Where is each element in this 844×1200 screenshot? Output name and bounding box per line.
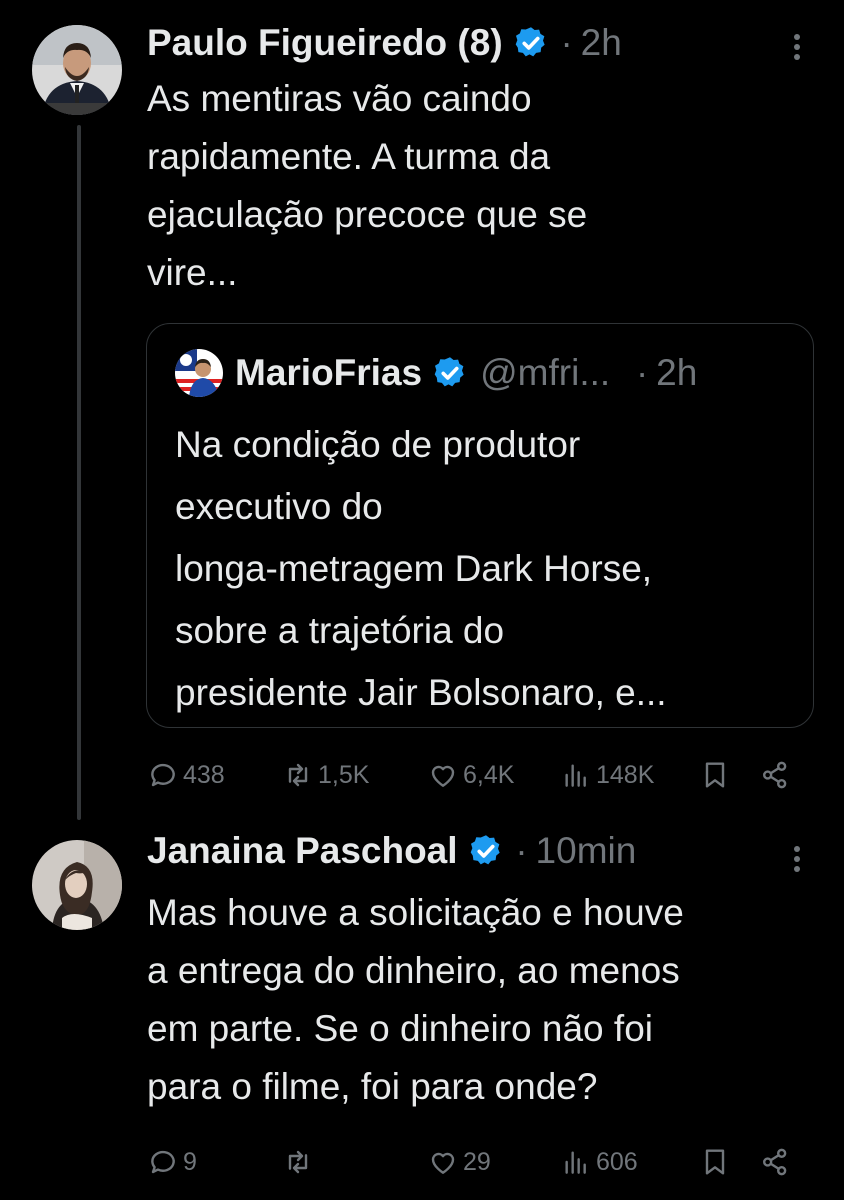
share-icon — [763, 761, 787, 789]
quoted-text-line: presidente Jair Bolsonaro, e... — [175, 672, 667, 713]
quoted-tweet-header: MarioFrias @mfri... · 2h — [175, 346, 697, 400]
retweet-count: 1,5K — [318, 760, 370, 789]
author-name[interactable]: Paulo Figueiredo (8) — [147, 22, 503, 64]
quoted-tweet-text: Na condição de produtor executivo do lon… — [175, 414, 795, 724]
views-count: 606 — [596, 1147, 638, 1176]
tweet-text: Mas houve a solicitação e houve a entreg… — [147, 884, 837, 1116]
like-button[interactable]: 29 — [427, 1142, 491, 1182]
views-button[interactable]: 606 — [560, 1142, 638, 1182]
tweet-text-line: em parte. Se o dinheiro não foi — [147, 1008, 653, 1049]
verified-badge-icon — [515, 27, 545, 57]
separator-dot: · — [515, 830, 528, 871]
more-icon[interactable] — [794, 842, 802, 876]
reply-count: 438 — [183, 760, 225, 789]
bookmark-button[interactable] — [699, 1142, 735, 1182]
timestamp[interactable]: 2h — [581, 22, 622, 64]
quoted-tweet[interactable]: MarioFrias @mfri... · 2h Na condição de … — [146, 323, 814, 728]
bookmark-button[interactable] — [699, 755, 735, 795]
tweet-text-line: Mas houve a solicitação e houve — [147, 892, 684, 933]
author-name[interactable]: Janaina Paschoal — [147, 830, 458, 872]
views-count: 148K — [596, 760, 655, 789]
verified-badge-icon — [470, 835, 500, 865]
tweet-header: Janaina Paschoal · 10min — [147, 826, 636, 876]
bookmark-icon — [705, 762, 725, 788]
timestamp[interactable]: 10min — [536, 830, 637, 872]
quoted-text-line: sobre a trajetória do — [175, 610, 505, 651]
retweet-icon — [288, 1150, 308, 1174]
bookmark-icon — [705, 1149, 725, 1175]
reply-icon — [151, 1150, 175, 1174]
tweet-text-line: As mentiras vão caindo — [147, 78, 532, 119]
like-button[interactable]: 6,4K — [427, 755, 514, 795]
tweet-header: Paulo Figueiredo (8) · 2h — [147, 18, 622, 68]
views-button[interactable]: 148K — [560, 755, 654, 795]
share-button[interactable] — [759, 1142, 795, 1182]
reply-button[interactable]: 438 — [147, 755, 225, 795]
tweet-text-line: vire... — [147, 252, 238, 293]
views-icon — [565, 764, 586, 787]
tweet-text: As mentiras vão caindo rapidamente. A tu… — [147, 70, 827, 302]
retweet-icon — [288, 763, 308, 787]
quoted-text-line: longa-metragem Dark Horse, — [175, 548, 653, 589]
like-icon — [431, 1152, 455, 1174]
quoted-handle: @mfri... — [480, 352, 611, 393]
tweet[interactable]: Janaina Paschoal · 10min Mas houve a sol… — [0, 820, 844, 1200]
share-icon — [763, 1148, 787, 1176]
views-icon — [565, 1151, 586, 1174]
separator-dot: · — [560, 22, 573, 63]
like-count: 6,4K — [463, 760, 515, 789]
reply-count: 9 — [183, 1147, 197, 1176]
action-bar: 9 29 606 — [147, 1142, 807, 1182]
share-button[interactable] — [759, 755, 795, 795]
verified-badge-icon — [434, 357, 464, 387]
tweet[interactable]: Paulo Figueiredo (8) · 2h As mentiras vã… — [0, 0, 844, 820]
like-count: 29 — [463, 1147, 491, 1176]
quoted-timestamp: 2h — [656, 352, 698, 393]
reply-icon — [151, 763, 175, 787]
like-icon — [431, 765, 455, 787]
tweet-text-line: para o filme, foi para onde? — [147, 1066, 598, 1107]
quoted-author-name[interactable]: MarioFrias — [235, 352, 422, 394]
avatar[interactable] — [32, 25, 122, 115]
retweet-button[interactable]: 1,5K — [282, 755, 369, 795]
tweet-text-line: rapidamente. A turma da — [147, 136, 551, 177]
separator-dot: · — [636, 352, 649, 393]
quoted-text-line: executivo do — [175, 486, 383, 527]
tweet-text-line: ejaculação precoce que se — [147, 194, 588, 235]
quoted-text-line: Na condição de produtor — [175, 424, 581, 465]
reply-button[interactable]: 9 — [147, 1142, 197, 1182]
avatar[interactable] — [32, 840, 122, 930]
retweet-button[interactable] — [282, 1142, 318, 1182]
action-bar: 438 1,5K 6,4K 148K — [147, 755, 807, 795]
more-icon[interactable] — [794, 30, 802, 64]
quoted-avatar — [175, 349, 223, 397]
tweet-text-line: a entrega do dinheiro, ao menos — [147, 950, 680, 991]
